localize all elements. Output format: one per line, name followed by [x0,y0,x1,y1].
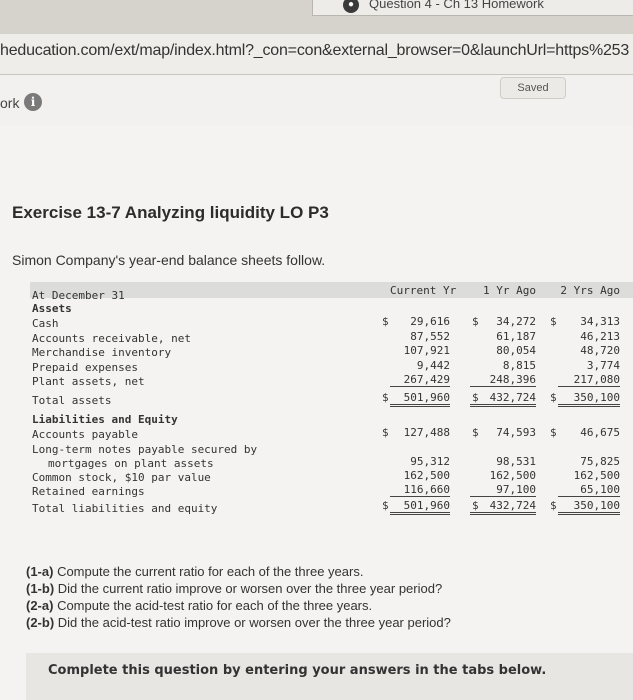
row-label: Prepaid expenses [32,361,138,374]
table-cell: 75,825 [580,455,620,468]
question-tag: (1-a) [26,564,54,579]
question-text: Did the current ratio improve or worsen … [54,581,443,596]
saved-status-badge: Saved [500,77,566,99]
question-tag: (2-a) [26,598,54,613]
table-cell: 217,080 [558,373,620,387]
question-tag: (1-b) [26,581,55,596]
table-cell: 80,054 [496,344,536,357]
row-label: Common stock, $10 par value [32,471,211,484]
instruction-banner: Complete this question by entering your … [26,653,633,700]
table-cell: 9,442 [416,359,450,372]
row-label: Merchandise inventory [32,346,172,359]
table-cell: 87,552 [410,330,450,343]
table-cell: 34,313 [580,315,620,328]
section-heading: Assets [32,302,72,315]
table-cell: 162,500 [573,469,620,482]
table-cell: 74,593 [496,426,536,439]
table-cell: 432,724 [470,391,536,407]
question-text: Compute the current ratio for each of th… [53,564,364,579]
exercise-title: Exercise 13-7 Analyzing liquidity LO P3 [12,203,329,222]
assignment-header: ork i Saved [0,75,633,125]
assignment-nav-label: ork [0,95,20,111]
table-cell: 46,675 [580,426,620,439]
table-cell: 107,921 [403,344,450,357]
table-cell: 29,616 [410,315,450,328]
row-label: Long-term notes payable secured by [32,443,258,456]
table-cell: 65,100 [558,483,620,497]
table-cell: 350,100 [558,499,620,515]
table-cell: 46,213 [580,330,620,343]
row-label: mortgages on plant assets [48,457,214,470]
table-cell: 97,100 [470,483,536,497]
row-label: Accounts receivable, net [32,332,191,345]
table-cell: 8,815 [502,359,536,372]
table-cell: 127,488 [403,426,450,439]
table-cell: 248,396 [470,373,536,387]
table-cell: 3,774 [586,359,620,372]
question-item: (2-a) Compute the acid-test ratio for ea… [26,597,451,614]
question-list: (1-a) Compute the current ratio for each… [26,563,451,631]
section-heading: Liabilities and Equity [32,413,178,426]
table-cell: 350,100 [558,391,620,407]
row-label: Retained earnings [32,485,145,498]
column-header: 2 Yrs Ago [560,284,620,297]
question-item: (2-b) Did the acid-test ratio improve or… [26,614,451,631]
row-label: Total assets [32,394,112,407]
table-cell: 98,531 [496,455,536,468]
row-label: Cash [32,317,59,330]
question-text: Compute the acid-test ratio for each of … [53,598,373,613]
header-label: At December 31 [32,289,125,302]
exercise-intro: Simon Company's year-end balance sheets … [12,252,326,268]
table-cell: 267,429 [390,373,450,387]
row-label: Plant assets, net [32,375,145,388]
table-cell: 501,960 [390,499,450,515]
question-item: (1-b) Did the current ratio improve or w… [26,580,451,597]
column-header: 1 Yr Ago [483,284,536,297]
table-cell: 34,272 [496,315,536,328]
table-cell: 95,312 [410,455,450,468]
balance-sheet-table: At December 31 Current Yr 1 Yr Ago 2 Yrs… [30,282,633,532]
column-header: Current Yr [390,284,457,297]
row-label: Accounts payable [32,428,138,441]
tab-title: Question 4 - Ch 13 Homework [369,0,544,11]
question-text: Did the acid-test ratio improve or worse… [54,615,451,630]
row-label: Total liabilities and equity [32,502,218,515]
question-tag: (2-b) [26,615,55,630]
address-bar[interactable]: heducation.com/ext/map/index.html?_con=c… [0,34,633,75]
table-cell: 501,960 [390,391,450,407]
table-cell: 162,500 [489,469,536,482]
browser-tab-strip: ● Question 4 - Ch 13 Homework [0,0,633,34]
table-cell: 116,660 [390,483,450,497]
browser-tab[interactable]: ● Question 4 - Ch 13 Homework [312,0,633,16]
url-text[interactable]: heducation.com/ext/map/index.html?_con=c… [0,42,629,60]
tab-favicon-icon: ● [343,0,359,13]
table-cell: 432,724 [470,499,536,515]
question-item: (1-a) Compute the current ratio for each… [26,563,451,580]
table-cell: 162,500 [403,469,450,482]
table-cell: 61,187 [496,330,536,343]
table-cell: 48,720 [580,344,620,357]
info-icon[interactable]: i [24,93,42,111]
question-content: Exercise 13-7 Analyzing liquidity LO P3 … [0,125,633,700]
